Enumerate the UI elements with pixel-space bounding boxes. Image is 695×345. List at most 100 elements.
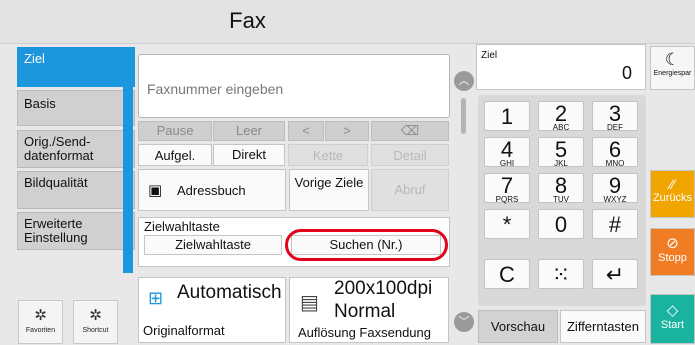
keypad-letters: PQRS (495, 195, 519, 204)
aufgel-button[interactable]: Aufgel. (138, 144, 212, 166)
ziel-count-panel (476, 44, 646, 90)
shortcut-label: Shortcut (82, 327, 109, 334)
stopp-button[interactable]: ⊘ Stopp (650, 228, 695, 276)
pause-button[interactable]: Pause (138, 121, 212, 141)
keypad-digit: 1 (500, 104, 514, 129)
active-tab-indicator (123, 47, 133, 273)
fax-number-input[interactable]: Faxnummer eingeben (138, 54, 450, 118)
keypad-key-9[interactable]: * (484, 209, 530, 239)
keypad-digit: 2 (554, 101, 568, 126)
vorschau-button[interactable]: Vorschau (478, 310, 558, 343)
keypad-letters: WXYZ (603, 195, 627, 204)
keypad-key-3[interactable]: 4 GHI (484, 137, 530, 168)
keypad-digit: 5 (554, 137, 568, 162)
keypad-digit: 8 (554, 173, 568, 198)
keypad-digit: 9 (608, 173, 622, 198)
keypad-digit: 0 (554, 212, 568, 237)
tab-ziel[interactable]: Ziel (17, 47, 135, 87)
page-title: Fax (229, 8, 266, 33)
cursor-left-button[interactable]: < (288, 121, 324, 141)
keypad-digit: C (499, 262, 515, 287)
addressbook-icon: ▣ (148, 182, 163, 199)
keypad-key-0[interactable]: 1 (484, 101, 530, 131)
zielwahltaste-button[interactable]: Zielwahltaste (144, 235, 282, 255)
keypad-digit: ↵ (605, 262, 625, 287)
direkt-button[interactable]: Direkt (213, 144, 285, 166)
aufloesung-value-2: Normal (334, 301, 396, 322)
keypad-digit: * (502, 212, 512, 237)
energiespar-label: Energiespar (653, 70, 692, 77)
tab-label: Ziel (24, 51, 45, 66)
keypad-letters: MNO (605, 159, 625, 168)
originalformat-value: Automatisch (177, 282, 282, 303)
keypad-letters: DEF (607, 123, 623, 132)
moon-icon: ☾ (664, 50, 681, 69)
tab-label: Bildqualität (24, 175, 88, 190)
detail-button[interactable]: Detail (371, 144, 449, 166)
keypad-key-12[interactable]: C (484, 259, 530, 289)
originalformat-label: Originalformat (143, 323, 225, 338)
tab-erweiterte-einstellung[interactable]: Erweiterte Einstellung (17, 212, 135, 250)
highlight-ring (285, 229, 448, 261)
leer-button[interactable]: Leer (213, 121, 285, 141)
keypad-key-7[interactable]: 8 TUV (538, 173, 584, 204)
keypad-key-11[interactable]: # (592, 209, 638, 239)
keypad-key-14[interactable]: ↵ (592, 259, 638, 289)
fax-resolution-icon: ▤ (300, 292, 319, 314)
fax-number-placeholder: Faxnummer eingeben (147, 81, 284, 97)
keypad-digit: 7 (500, 173, 514, 198)
adressbuch-label: Adressbuch (177, 183, 246, 198)
backspace-button[interactable]: ⌫ (371, 121, 449, 141)
keypad-digit: 4 (500, 137, 514, 162)
adressbuch-button[interactable]: ▣ Adressbuch (138, 169, 286, 211)
zuruecksetzen-button[interactable]: ⁄⁄ Zurücks (650, 170, 695, 218)
keypad-key-1[interactable]: 2 ABC (538, 101, 584, 132)
tab-label: Erweiterte Einstellung (24, 216, 88, 245)
tab-bildqualitaet[interactable]: Bildqualität (17, 171, 135, 209)
aufloesung-button[interactable]: ▤ 200x100dpi Normal Auflösung Faxsendung (289, 277, 449, 343)
tab-label: Basis (24, 96, 56, 111)
keypad-digit: ⁙ (551, 262, 571, 287)
vorige-ziele-button[interactable]: Vorige Ziele (289, 169, 369, 211)
keypad-key-4[interactable]: 5 JKL (538, 137, 584, 168)
abruf-button[interactable]: Abruf (371, 169, 449, 211)
keypad-key-13[interactable]: ⁙ (538, 259, 584, 289)
keypad-key-6[interactable]: 7 PQRS (484, 173, 530, 204)
keypad-key-2[interactable]: 3 DEF (592, 101, 638, 132)
scroll-down-button[interactable]: ﹀ (454, 312, 474, 332)
scrollbar[interactable] (461, 98, 466, 134)
keypad-letters: JKL (554, 159, 568, 168)
scroll-up-button[interactable]: ︿ (454, 71, 474, 91)
tab-label: Orig./Send-datenformat (24, 134, 94, 163)
chevron-down-icon: ﹀ (458, 316, 470, 328)
keypad-key-8[interactable]: 9 WXYZ (592, 173, 638, 204)
tab-basis[interactable]: Basis (17, 90, 135, 126)
originalformat-button[interactable]: ⊞ Automatisch Originalformat (138, 277, 286, 343)
cursor-right-button[interactable]: > (325, 121, 369, 141)
ziel-count: 0 (622, 63, 633, 83)
ziel-label: Ziel (481, 50, 498, 61)
favorites-icon: ✲ (34, 307, 47, 324)
start-label: Start (660, 319, 685, 331)
start-button[interactable]: ◇ Start (650, 294, 695, 344)
zifferntasten-button[interactable]: Zifferntasten (560, 310, 646, 343)
zielwahltaste-title: Zielwahltaste (144, 219, 220, 234)
keypad-key-10[interactable]: 0 (538, 209, 584, 239)
keypad-digit: 6 (608, 137, 622, 162)
start-icon: ◇ (666, 302, 679, 319)
reset-icon: ⁄⁄ (670, 176, 675, 192)
tab-orig-send-datenformat[interactable]: Orig./Send-datenformat (17, 130, 135, 168)
keypad-letters: TUV (553, 195, 569, 204)
zuruecksetzen-label: Zurücks (652, 192, 693, 204)
shortcut-icon: ✲ (89, 307, 102, 324)
keypad-digit: 3 (608, 101, 622, 126)
aufloesung-label: Auflösung Faxsendung (298, 325, 431, 340)
stop-icon: ⊘ (666, 235, 679, 252)
keypad-key-5[interactable]: 6 MNO (592, 137, 638, 168)
energiespar-button[interactable]: ☾ Energiespar (650, 46, 695, 90)
document-icon: ⊞ (148, 288, 164, 308)
shortcut-button[interactable]: ✲ Shortcut (73, 300, 118, 344)
favorites-button[interactable]: ✲ Favoriten (18, 300, 63, 344)
keypad-letters: ABC (552, 123, 570, 132)
kette-button[interactable]: Kette (288, 144, 368, 166)
